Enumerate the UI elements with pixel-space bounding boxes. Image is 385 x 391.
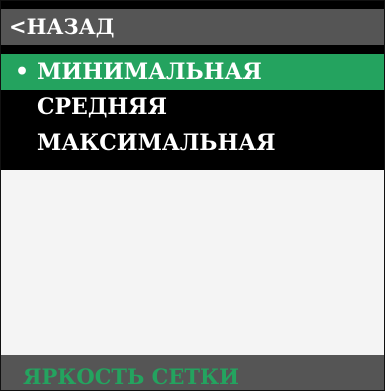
option-medium-label: СРЕДНЯЯ bbox=[37, 94, 167, 120]
menu-panel: <НАЗАД • МИНИМАЛЬНАЯ СРЕДНЯЯ МАКСИМАЛЬНАЯ bbox=[1, 1, 384, 170]
option-minimal[interactable]: • МИНИМАЛЬНАЯ bbox=[1, 54, 384, 90]
option-maximal-label: МАКСИМАЛЬНАЯ bbox=[37, 130, 276, 156]
device-screen: <НАЗАД • МИНИМАЛЬНАЯ СРЕДНЯЯ МАКСИМАЛЬНАЯ… bbox=[0, 0, 385, 391]
option-medium[interactable]: СРЕДНЯЯ bbox=[1, 89, 384, 125]
option-minimal-label: МИНИМАЛЬНАЯ bbox=[37, 59, 262, 85]
footer-title-bar: ЯРКОСТЬ СЕТКИ bbox=[1, 355, 384, 390]
option-maximal[interactable]: МАКСИМАЛЬНАЯ bbox=[1, 125, 384, 161]
footer-title: ЯРКОСТЬ СЕТКИ bbox=[23, 364, 239, 389]
back-button[interactable]: <НАЗАД bbox=[1, 9, 384, 45]
menu-empty-area bbox=[1, 170, 384, 355]
selected-bullet-icon: • bbox=[15, 59, 30, 85]
